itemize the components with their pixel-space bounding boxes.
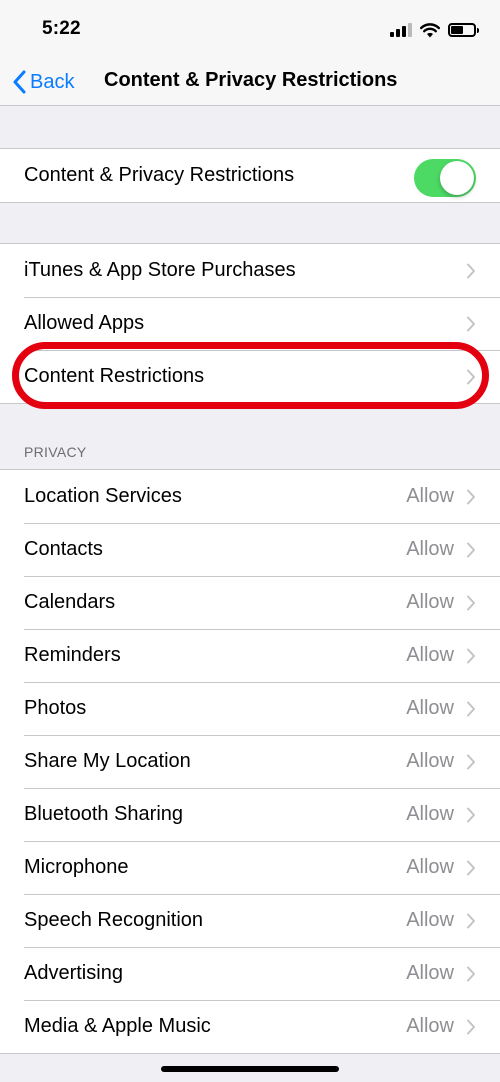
chevron-right-icon [467,489,475,505]
chevron-right-icon [467,648,475,664]
privacy-section-header: PRIVACY [24,444,87,460]
list-item-advertising[interactable]: Advertising Allow [0,947,500,1000]
list-item-label: Media & Apple Music [24,1015,211,1037]
list-item-label: Calendars [24,591,116,613]
list-item-location-services[interactable]: Location Services Allow [0,470,500,523]
content-privacy-toggle-row: Content & Privacy Restrictions [0,149,500,202]
back-button[interactable]: Back [12,67,74,97]
list-item-value: Allow [406,909,454,931]
privacy-group: Location Services Allow Contacts Allow C… [0,469,500,1054]
list-item-contacts[interactable]: Contacts Allow [0,523,500,576]
list-item-value: Allow [406,591,454,613]
chevron-right-icon [467,316,475,332]
chevron-right-icon [467,860,475,876]
home-indicator[interactable] [161,1066,339,1072]
battery-icon [448,23,479,37]
status-time: 5:22 [42,18,81,39]
list-item-label: Allowed Apps [24,312,145,334]
chevron-right-icon [467,701,475,717]
chevron-right-icon [467,369,475,385]
chevron-right-icon [467,913,475,929]
chevron-left-icon [13,70,26,94]
list-item-media-apple-music[interactable]: Media & Apple Music Allow [0,1000,500,1053]
list-item-bluetooth-sharing[interactable]: Bluetooth Sharing Allow [0,788,500,841]
chevron-right-icon [467,807,475,823]
list-item-label: Location Services [24,485,182,507]
list-item-microphone[interactable]: Microphone Allow [0,841,500,894]
chevron-right-icon [467,595,475,611]
list-item-label: Reminders [24,644,121,666]
content-privacy-toggle-label: Content & Privacy Restrictions [24,164,295,186]
list-item-label: Advertising [24,962,123,984]
list-item-allowed-apps[interactable]: Allowed Apps [0,297,500,350]
list-item-speech-recognition[interactable]: Speech Recognition Allow [0,894,500,947]
list-item-photos[interactable]: Photos Allow [0,682,500,735]
list-item-value: Allow [406,803,454,825]
page-title: Content & Privacy Restrictions [104,69,398,91]
list-item-label: Microphone [24,856,129,878]
chevron-right-icon [467,754,475,770]
list-item-label: Contacts [24,538,103,560]
list-item-reminders[interactable]: Reminders Allow [0,629,500,682]
master-toggle-group: Content & Privacy Restrictions [0,148,500,203]
list-item-value: Allow [406,485,454,507]
list-item-label: Share My Location [24,750,191,772]
status-icons [390,20,479,40]
list-item-value: Allow [406,962,454,984]
chevron-right-icon [467,1019,475,1035]
chevron-right-icon [467,542,475,558]
chevron-right-icon [467,966,475,982]
navigation-bar: Back Content & Privacy Restrictions [0,58,500,106]
toggle-knob [440,161,474,195]
list-item-content-restrictions[interactable]: Content Restrictions [0,350,500,403]
status-bar: 5:22 [0,0,500,58]
content-privacy-toggle-switch[interactable] [414,159,476,197]
list-item-label: Photos [24,697,87,719]
list-item-value: Allow [406,750,454,772]
list-item-value: Allow [406,644,454,666]
list-item-value: Allow [406,538,454,560]
restrictions-group: iTunes & App Store Purchases Allowed App… [0,243,500,404]
list-item-share-my-location[interactable]: Share My Location Allow [0,735,500,788]
list-item-value: Allow [406,697,454,719]
wifi-icon [420,22,440,37]
list-item-itunes-app-store-purchases[interactable]: iTunes & App Store Purchases [0,244,500,297]
list-item-value: Allow [406,1015,454,1037]
cellular-signal-icon [390,23,412,37]
chevron-right-icon [467,263,475,279]
list-item-calendars[interactable]: Calendars Allow [0,576,500,629]
list-item-label: iTunes & App Store Purchases [24,259,296,281]
list-item-label: Bluetooth Sharing [24,803,184,825]
list-item-label: Speech Recognition [24,909,204,931]
list-item-label: Content Restrictions [24,365,205,387]
list-item-value: Allow [406,856,454,878]
back-button-label: Back [30,70,75,93]
